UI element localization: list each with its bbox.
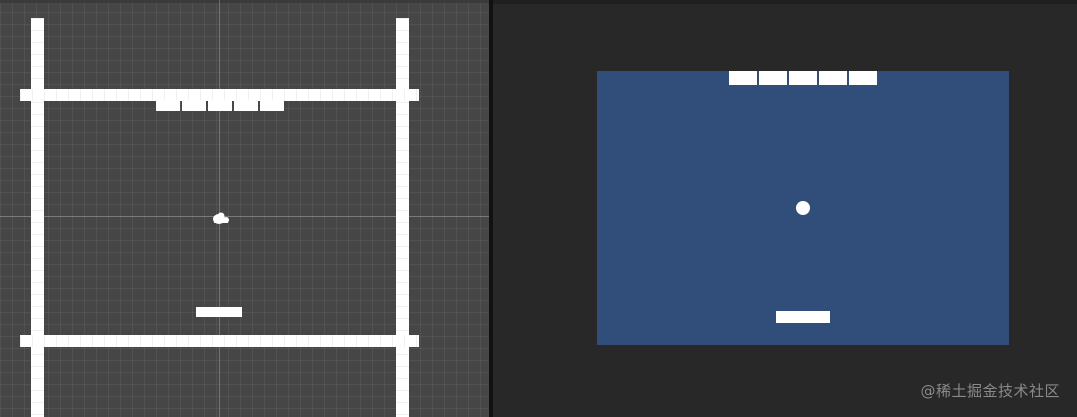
game-brick-row [729,71,877,85]
bottom-wall[interactable] [20,335,419,347]
watermark: @稀土掘金技术社区 [920,382,1060,400]
game-canvas[interactable] [597,71,1009,345]
scene-axis-horizontal [0,216,489,217]
ball-gizmo-icon[interactable] [211,211,231,225]
scene-brick[interactable] [156,100,180,111]
game-ball [796,201,810,215]
left-wall[interactable] [31,18,44,417]
right-wall[interactable] [396,18,409,417]
game-toolbar-edge [493,0,1077,4]
game-brick [789,71,817,85]
scene-view[interactable] [0,0,489,417]
game-brick [729,71,757,85]
scene-axis-vertical [219,0,220,417]
game-brick [759,71,787,85]
scene-brick[interactable] [182,100,206,111]
game-view[interactable] [493,0,1077,417]
scene-toolbar-edge [0,0,489,3]
scene-brick-row [156,100,284,111]
game-brick [819,71,847,85]
scene-brick[interactable] [234,100,258,111]
scene-brick[interactable] [208,100,232,111]
scene-brick[interactable] [260,100,284,111]
game-brick [849,71,877,85]
game-paddle [776,311,830,323]
scene-paddle[interactable] [196,307,242,317]
